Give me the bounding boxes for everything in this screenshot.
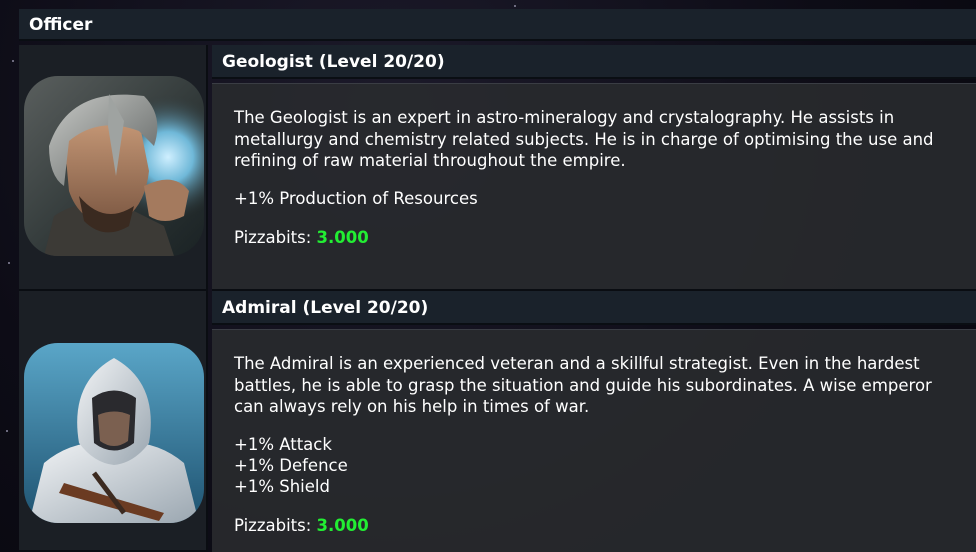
- bonus-item: +1% Production of Resources: [234, 189, 478, 208]
- star-decoration: [6, 430, 8, 432]
- cost-value: 3.000: [316, 516, 369, 535]
- bonus-list: +1% Attack +1% Defence +1% Shield: [234, 434, 348, 497]
- cost-label: Pizzabits:: [234, 228, 312, 247]
- officer-name-bar: Admiral (Level 20/20): [212, 291, 976, 325]
- cost-label: Pizzabits:: [234, 516, 312, 535]
- panel-header: Officer: [19, 9, 976, 41]
- bonus-item: +1% Attack: [234, 435, 332, 454]
- officer-row-admiral: Admiral (Level 20/20) The Admiral is an …: [19, 291, 976, 552]
- officer-row-geologist: Geologist (Level 20/20) The Geologist is…: [19, 45, 976, 291]
- officer-name: Admiral (Level 20/20): [222, 298, 429, 318]
- admiral-portrait-icon[interactable]: [24, 343, 204, 523]
- officer-name-bar: Geologist (Level 20/20): [212, 45, 976, 79]
- star-decoration: [514, 5, 516, 7]
- cost-value: 3.000: [316, 228, 369, 247]
- officer-description-cell: The Admiral is an experienced veteran an…: [212, 329, 976, 552]
- officer-panel: Officer Geologist (Level 20/20) The Geol…: [19, 9, 976, 552]
- portrait-cell: [19, 291, 208, 552]
- officer-description: The Admiral is an experienced veteran an…: [234, 354, 932, 416]
- page-background: Officer Geologist (Level 20/20) The Geol…: [0, 0, 976, 552]
- portrait-cell: [19, 45, 208, 291]
- bonus-item: +1% Shield: [234, 477, 330, 496]
- bonus-list: +1% Production of Resources: [234, 188, 478, 209]
- panel-title: Officer: [29, 15, 93, 35]
- officer-description-cell: The Geologist is an expert in astro-mine…: [212, 83, 976, 291]
- cost-line: Pizzabits: 3.000: [234, 516, 369, 535]
- bonus-item: +1% Defence: [234, 456, 348, 475]
- cost-line: Pizzabits: 3.000: [234, 228, 369, 247]
- officer-name: Geologist (Level 20/20): [222, 52, 445, 72]
- star-decoration: [12, 60, 14, 62]
- geologist-portrait-icon[interactable]: [24, 76, 204, 256]
- officer-description: The Geologist is an expert in astro-mine…: [234, 108, 934, 170]
- star-decoration: [8, 262, 10, 264]
